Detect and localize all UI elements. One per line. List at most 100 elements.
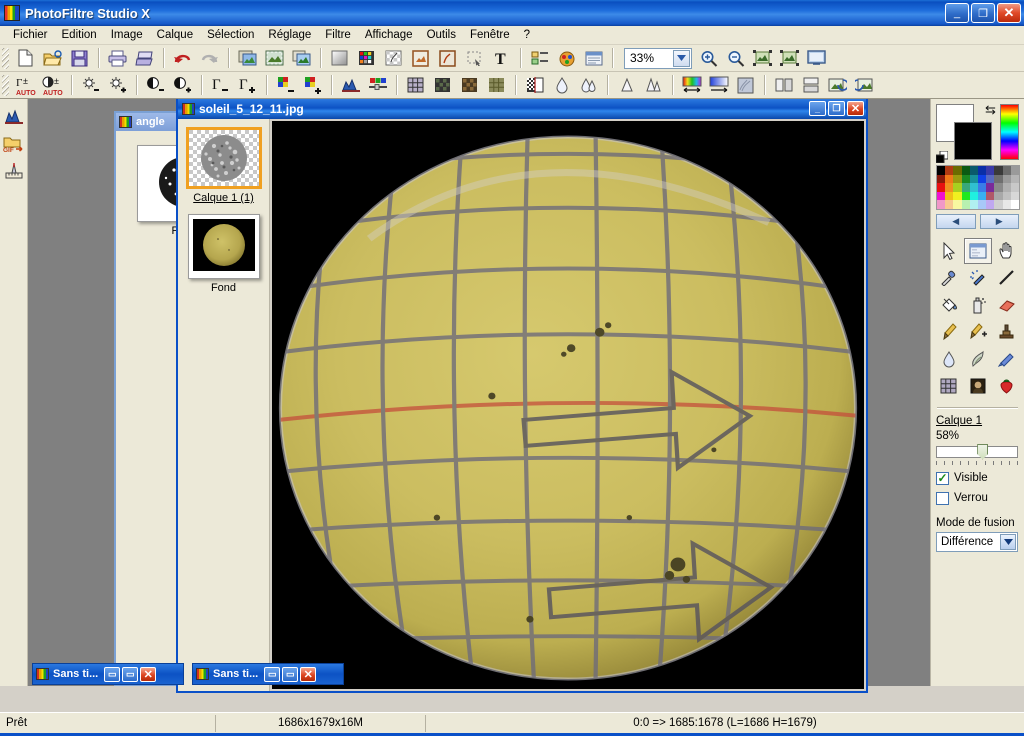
image-effect-icon[interactable] [435, 47, 460, 70]
redo-icon[interactable] [197, 47, 222, 70]
palette-swatch[interactable] [986, 183, 995, 192]
palette-swatch[interactable] [953, 200, 962, 209]
palette-swatch[interactable] [1010, 191, 1019, 200]
new-file-icon[interactable] [13, 47, 38, 70]
palette-swatch[interactable] [1010, 174, 1019, 183]
blur-more-icon[interactable] [576, 74, 601, 97]
maximize-button[interactable]: ▭ [122, 666, 139, 682]
palette-swatch[interactable] [945, 200, 954, 209]
palette-swatch[interactable] [969, 200, 978, 209]
saturation-down-icon[interactable] [273, 74, 298, 97]
palette-swatch[interactable] [1002, 174, 1011, 183]
sharpen-icon[interactable] [614, 74, 639, 97]
chevron-down-icon[interactable] [673, 49, 690, 67]
menu-affichage[interactable]: Affichage [358, 27, 420, 43]
menu-help[interactable]: ? [517, 27, 537, 43]
palette-swatch[interactable] [977, 183, 987, 192]
window-explorer-icon[interactable] [581, 47, 606, 70]
fit-screen-icon[interactable] [750, 47, 775, 70]
palette-swatch[interactable] [994, 174, 1003, 183]
menu-filtre[interactable]: Filtre [318, 27, 358, 43]
close-button[interactable]: ✕ [140, 666, 157, 682]
framing-icon[interactable] [408, 47, 433, 70]
palette-swatch[interactable] [986, 200, 995, 209]
background-color-swatch[interactable] [954, 122, 992, 160]
blur-drop-icon[interactable] [549, 74, 574, 97]
gradient-h-icon[interactable] [679, 74, 704, 97]
hand-tool-icon[interactable] [993, 238, 1021, 264]
minimized-window-2[interactable]: Sans ti... ▭ ▭ ✕ [192, 663, 344, 685]
layer-thumbnail-calque1[interactable] [185, 127, 262, 189]
palette-next-button[interactable]: ▶ [979, 213, 1019, 229]
toolbar-grip[interactable] [2, 74, 9, 96]
palette-swatch[interactable] [953, 183, 962, 192]
layer-thumbnail-fond[interactable] [187, 214, 260, 279]
minimize-button[interactable]: _ [945, 3, 969, 23]
print-icon[interactable] [105, 47, 130, 70]
palette-swatch[interactable] [994, 200, 1003, 209]
visible-checkbox[interactable]: ✓ [936, 471, 949, 485]
palette-swatch[interactable] [953, 191, 962, 200]
palette-swatch[interactable] [937, 191, 946, 200]
document-close-button[interactable]: ✕ [847, 101, 864, 116]
transparency-icon[interactable] [381, 47, 406, 70]
rotate-right-icon[interactable] [852, 74, 877, 97]
brightness-up-icon[interactable] [105, 74, 130, 97]
opacity-slider-track[interactable] [936, 445, 1018, 458]
copy-images-icon[interactable] [235, 47, 260, 70]
spray-tool-icon[interactable] [964, 292, 992, 318]
chevron-down-icon[interactable] [1000, 533, 1016, 550]
mosaic-sepia-icon[interactable] [457, 74, 482, 97]
magic-wand-tool-icon[interactable] [964, 265, 992, 291]
layer-label-fond[interactable]: Fond [211, 282, 236, 294]
fullscreen-icon[interactable] [804, 47, 829, 70]
menu-fichier[interactable]: Fichier [6, 27, 55, 43]
palette-swatch[interactable] [937, 174, 946, 183]
color-adjust-icon[interactable] [554, 47, 579, 70]
menu-selection[interactable]: Sélection [200, 27, 261, 43]
histogram-side-icon[interactable] [1, 105, 26, 128]
grid-pattern-icon[interactable] [403, 74, 428, 97]
eraser-tool-icon[interactable] [993, 292, 1021, 318]
toolbar-grip[interactable] [2, 47, 9, 69]
histogram-icon[interactable] [338, 74, 363, 97]
menu-edition[interactable]: Edition [55, 27, 104, 43]
layer-manager-icon[interactable] [527, 47, 552, 70]
export-gif-icon[interactable]: GIF [1, 132, 26, 155]
portrait-effect-tool-icon[interactable] [964, 373, 992, 399]
eyedropper-tool-icon[interactable] [935, 265, 963, 291]
pointer-tool-icon[interactable] [935, 238, 963, 264]
mosaic-dark-icon[interactable] [430, 74, 455, 97]
color-balance-icon[interactable] [365, 74, 390, 97]
palette-swatch[interactable] [961, 166, 970, 175]
undo-icon[interactable] [170, 47, 195, 70]
palette-swatch[interactable] [994, 191, 1003, 200]
palette-swatch[interactable] [969, 191, 978, 200]
auto-contrast-icon[interactable]: ± AUTO [40, 74, 65, 97]
sharpen-more-icon[interactable] [641, 74, 666, 97]
reset-colors-icon[interactable] [936, 151, 948, 163]
clone-stamp-tool-icon[interactable] [993, 319, 1021, 345]
menu-outils[interactable]: Outils [420, 27, 463, 43]
duplicate-image-icon[interactable] [289, 47, 314, 70]
palette-swatch[interactable] [1010, 200, 1019, 209]
blend-mode-select[interactable]: Différence [936, 531, 1018, 552]
palette-swatch[interactable] [961, 174, 970, 183]
palette-swatch[interactable] [977, 166, 987, 175]
lock-checkbox[interactable] [936, 491, 949, 505]
palette-swatch[interactable] [945, 183, 954, 192]
menu-reglage[interactable]: Réglage [261, 27, 318, 43]
paint-bucket-tool-icon[interactable] [935, 292, 963, 318]
swap-colors-icon[interactable]: ⇆ [985, 102, 996, 118]
transform-tool-icon[interactable] [963, 237, 992, 264]
document-minimize-button[interactable]: _ [809, 101, 826, 116]
active-document-window[interactable]: soleil_5_12_11.jpg _ ❐ ✕ Calque 1 (1) Fo… [176, 99, 868, 693]
palette-swatch[interactable] [1002, 191, 1011, 200]
palette-swatch[interactable] [994, 166, 1003, 175]
palette-swatch[interactable] [961, 183, 970, 192]
advanced-brush-tool-icon[interactable] [964, 319, 992, 345]
line-tool-icon[interactable] [993, 265, 1021, 291]
palette-swatch[interactable] [986, 191, 995, 200]
palette-swatch[interactable] [937, 166, 946, 175]
palette-swatch[interactable] [986, 174, 995, 183]
